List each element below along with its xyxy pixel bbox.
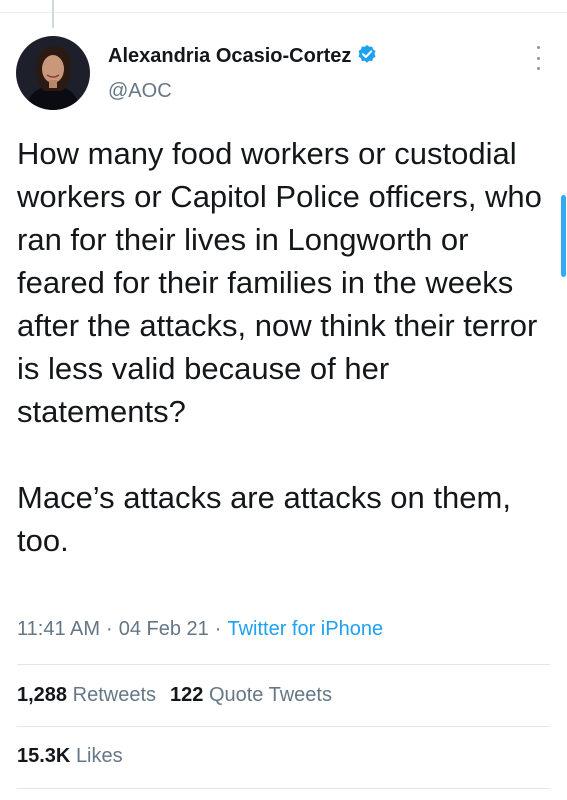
retweets-stat[interactable]: 1,288 Retweets xyxy=(17,684,156,706)
stats-divider-middle xyxy=(17,726,550,727)
avatar[interactable] xyxy=(16,36,90,110)
retweets-label: Retweets xyxy=(72,684,156,706)
quote-tweets-label: Quote Tweets xyxy=(208,684,332,706)
author-handle[interactable]: @AOC xyxy=(108,80,172,103)
stats-divider-top xyxy=(17,664,550,665)
stats-divider-bottom xyxy=(17,788,550,789)
top-divider xyxy=(0,12,567,13)
thread-connector-line xyxy=(52,0,54,28)
tweet-time: 11:41 AM xyxy=(17,618,101,640)
author-name[interactable]: Alexandria Ocasio-Cortez xyxy=(108,45,351,68)
likes-stat[interactable]: 15.3K Likes xyxy=(17,745,123,768)
retweets-count: 1,288 xyxy=(17,684,68,706)
likes-count: 15.3K xyxy=(17,745,71,767)
likes-label: Likes xyxy=(75,745,123,767)
meta-separator: · xyxy=(106,618,113,640)
quote-tweets-count: 122 xyxy=(170,684,204,706)
tweet-meta: 11:41 AM · 04 Feb 21 · Twitter for iPhone xyxy=(17,618,383,641)
avatar-image xyxy=(16,36,90,110)
author-name-row[interactable]: Alexandria Ocasio-Cortez xyxy=(108,44,377,69)
tweet-text: How many food workers or custodial worke… xyxy=(17,132,547,562)
retweet-quote-stats: 1,288 Retweets 122 Quote Tweets xyxy=(17,684,332,707)
quote-tweets-stat[interactable]: 122 Quote Tweets xyxy=(170,684,332,706)
tweet-date: 04 Feb 21 xyxy=(118,618,209,640)
tweet-source-link[interactable]: Twitter for iPhone xyxy=(227,618,383,640)
more-options-icon[interactable] xyxy=(533,46,543,70)
scrollbar-thumb[interactable] xyxy=(561,195,566,277)
tweet-paragraph: Mace’s attacks are attacks on them, too. xyxy=(17,480,511,558)
tweet-paragraph: How many food workers or custodial worke… xyxy=(17,136,542,429)
verified-badge-icon xyxy=(357,44,377,69)
meta-separator: · xyxy=(214,618,222,640)
